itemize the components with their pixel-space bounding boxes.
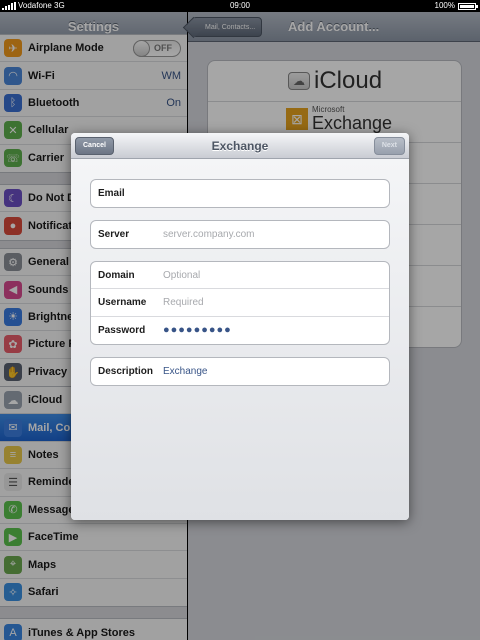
dialog-title: Exchange [211,139,269,153]
email-label: Email [98,188,125,200]
status-bar: Vodafone 3G 09:00 100% [0,0,480,12]
dialog-body: Email Server server.company.com Domain O… [71,159,409,520]
cancel-button[interactable]: Cancel [75,137,114,155]
email-group: Email [90,179,390,209]
username-field[interactable]: Username Required [91,289,389,317]
password-value: ●●●●●●●●● [163,324,232,337]
username-label: Username [98,297,147,309]
domain-field[interactable]: Domain Optional [91,262,389,290]
description-value: Exchange [163,366,208,378]
server-field[interactable]: Server server.company.com [91,221,389,248]
password-field[interactable]: Password ●●●●●●●●● [91,317,389,344]
server-label: Server [98,229,130,241]
battery-info: 100% [434,0,478,12]
password-label: Password [98,324,146,336]
server-group: Server server.company.com [90,220,390,250]
email-field[interactable]: Email [91,180,389,207]
description-field[interactable]: Description Exchange [91,358,389,385]
clock: 09:00 [229,1,251,10]
battery-percent: 100% [434,1,455,10]
server-placeholder: server.company.com [163,229,255,241]
next-button[interactable]: Next [373,137,405,155]
dialog-header: Exchange Cancel Next [71,133,409,159]
domain-placeholder: Optional [163,269,201,281]
description-label: Description [98,366,154,378]
credentials-group: Domain Optional Username Required Passwo… [90,261,390,346]
username-placeholder: Required [163,297,204,309]
description-group: Description Exchange [90,357,390,387]
exchange-dialog: Exchange Cancel Next Email Server server… [71,133,409,520]
domain-label: Domain [98,269,135,281]
battery-icon [458,2,478,10]
